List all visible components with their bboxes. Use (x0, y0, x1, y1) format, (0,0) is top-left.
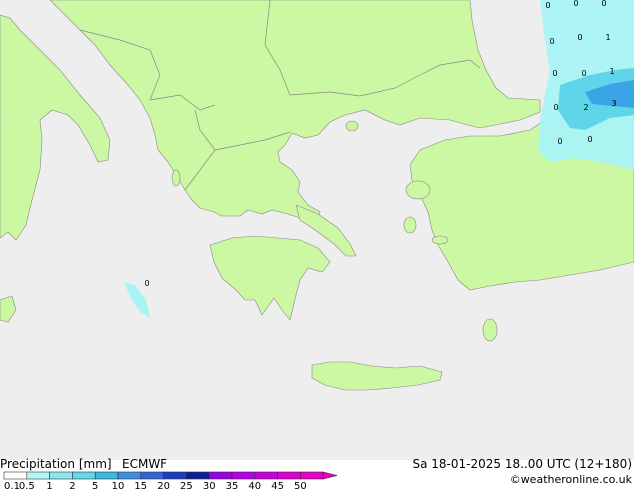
legend-label: 1 (46, 481, 52, 490)
map-value-label: 2 (583, 103, 588, 112)
legend-label: 30 (203, 481, 216, 490)
map-value-label: 0 (581, 69, 586, 78)
land-corfu (171, 169, 181, 187)
legend-swatch (186, 471, 210, 480)
land-chios (403, 216, 417, 234)
map-value-label: 0 (549, 37, 554, 46)
legend-swatch (117, 471, 142, 480)
map-value-label: 0 (545, 1, 550, 10)
map-value-label: 0 (601, 0, 606, 8)
map-value-label: 3 (611, 99, 616, 108)
map-value-label: 0 (577, 33, 582, 42)
legend-swatch (163, 471, 187, 480)
map-value-label: 0 (587, 135, 592, 144)
legend-label: 20 (157, 481, 170, 490)
legend-swatch (300, 471, 324, 480)
legend-arrow (322, 471, 338, 480)
legend-swatch (208, 471, 233, 480)
map-value-label: 0 (553, 103, 558, 112)
legend-swatch (49, 471, 73, 480)
legend-label: 25 (180, 481, 193, 490)
map-value-label: 1 (609, 67, 614, 76)
map-value-label: 0 (573, 0, 578, 8)
model-name: ECMWF (122, 457, 168, 471)
map-value-label: 1 (605, 33, 610, 42)
map-value-label: 0 (552, 69, 557, 78)
legend-label: 5 (92, 481, 98, 490)
legend-swatch (231, 471, 256, 480)
legend-label: 15 (134, 481, 147, 490)
legend-swatch (254, 471, 278, 480)
land-rhodes (482, 318, 498, 342)
legend-label: 50 (294, 481, 307, 490)
legend-swatch (3, 471, 28, 480)
legend-swatch (72, 471, 96, 480)
legend-label: 0.1 (4, 481, 20, 490)
legend-label: 10 (112, 481, 125, 490)
legend-label: 2 (69, 481, 75, 490)
legend-label: 45 (271, 481, 284, 490)
legend-swatch (26, 471, 50, 480)
land-samos (431, 235, 449, 245)
legend-label: 35 (226, 481, 239, 490)
legend-swatch (94, 471, 119, 480)
legend-label: 0.5 (19, 481, 35, 490)
legend-swatch (140, 471, 164, 480)
map-value-label: 0 (144, 279, 149, 288)
precipitation-map: 0 0 0 0 1 0 0 1 0 2 3 0 0 0 0 (0, 0, 634, 460)
legend-swatch (277, 471, 301, 480)
legend-label: 40 (248, 481, 261, 490)
land-thasos (345, 120, 359, 132)
precipitation-legend: 0.10.5 1 2 5 10 15 20 25 30 35 40 45 50 (3, 471, 338, 490)
legend-title: Precipitation [mm] (0, 457, 112, 471)
valid-time: Sa 18-01-2025 18..00 UTC (12+180) (412, 457, 632, 471)
land-lesbos (405, 180, 431, 200)
map-value-label: 0 (557, 137, 562, 146)
